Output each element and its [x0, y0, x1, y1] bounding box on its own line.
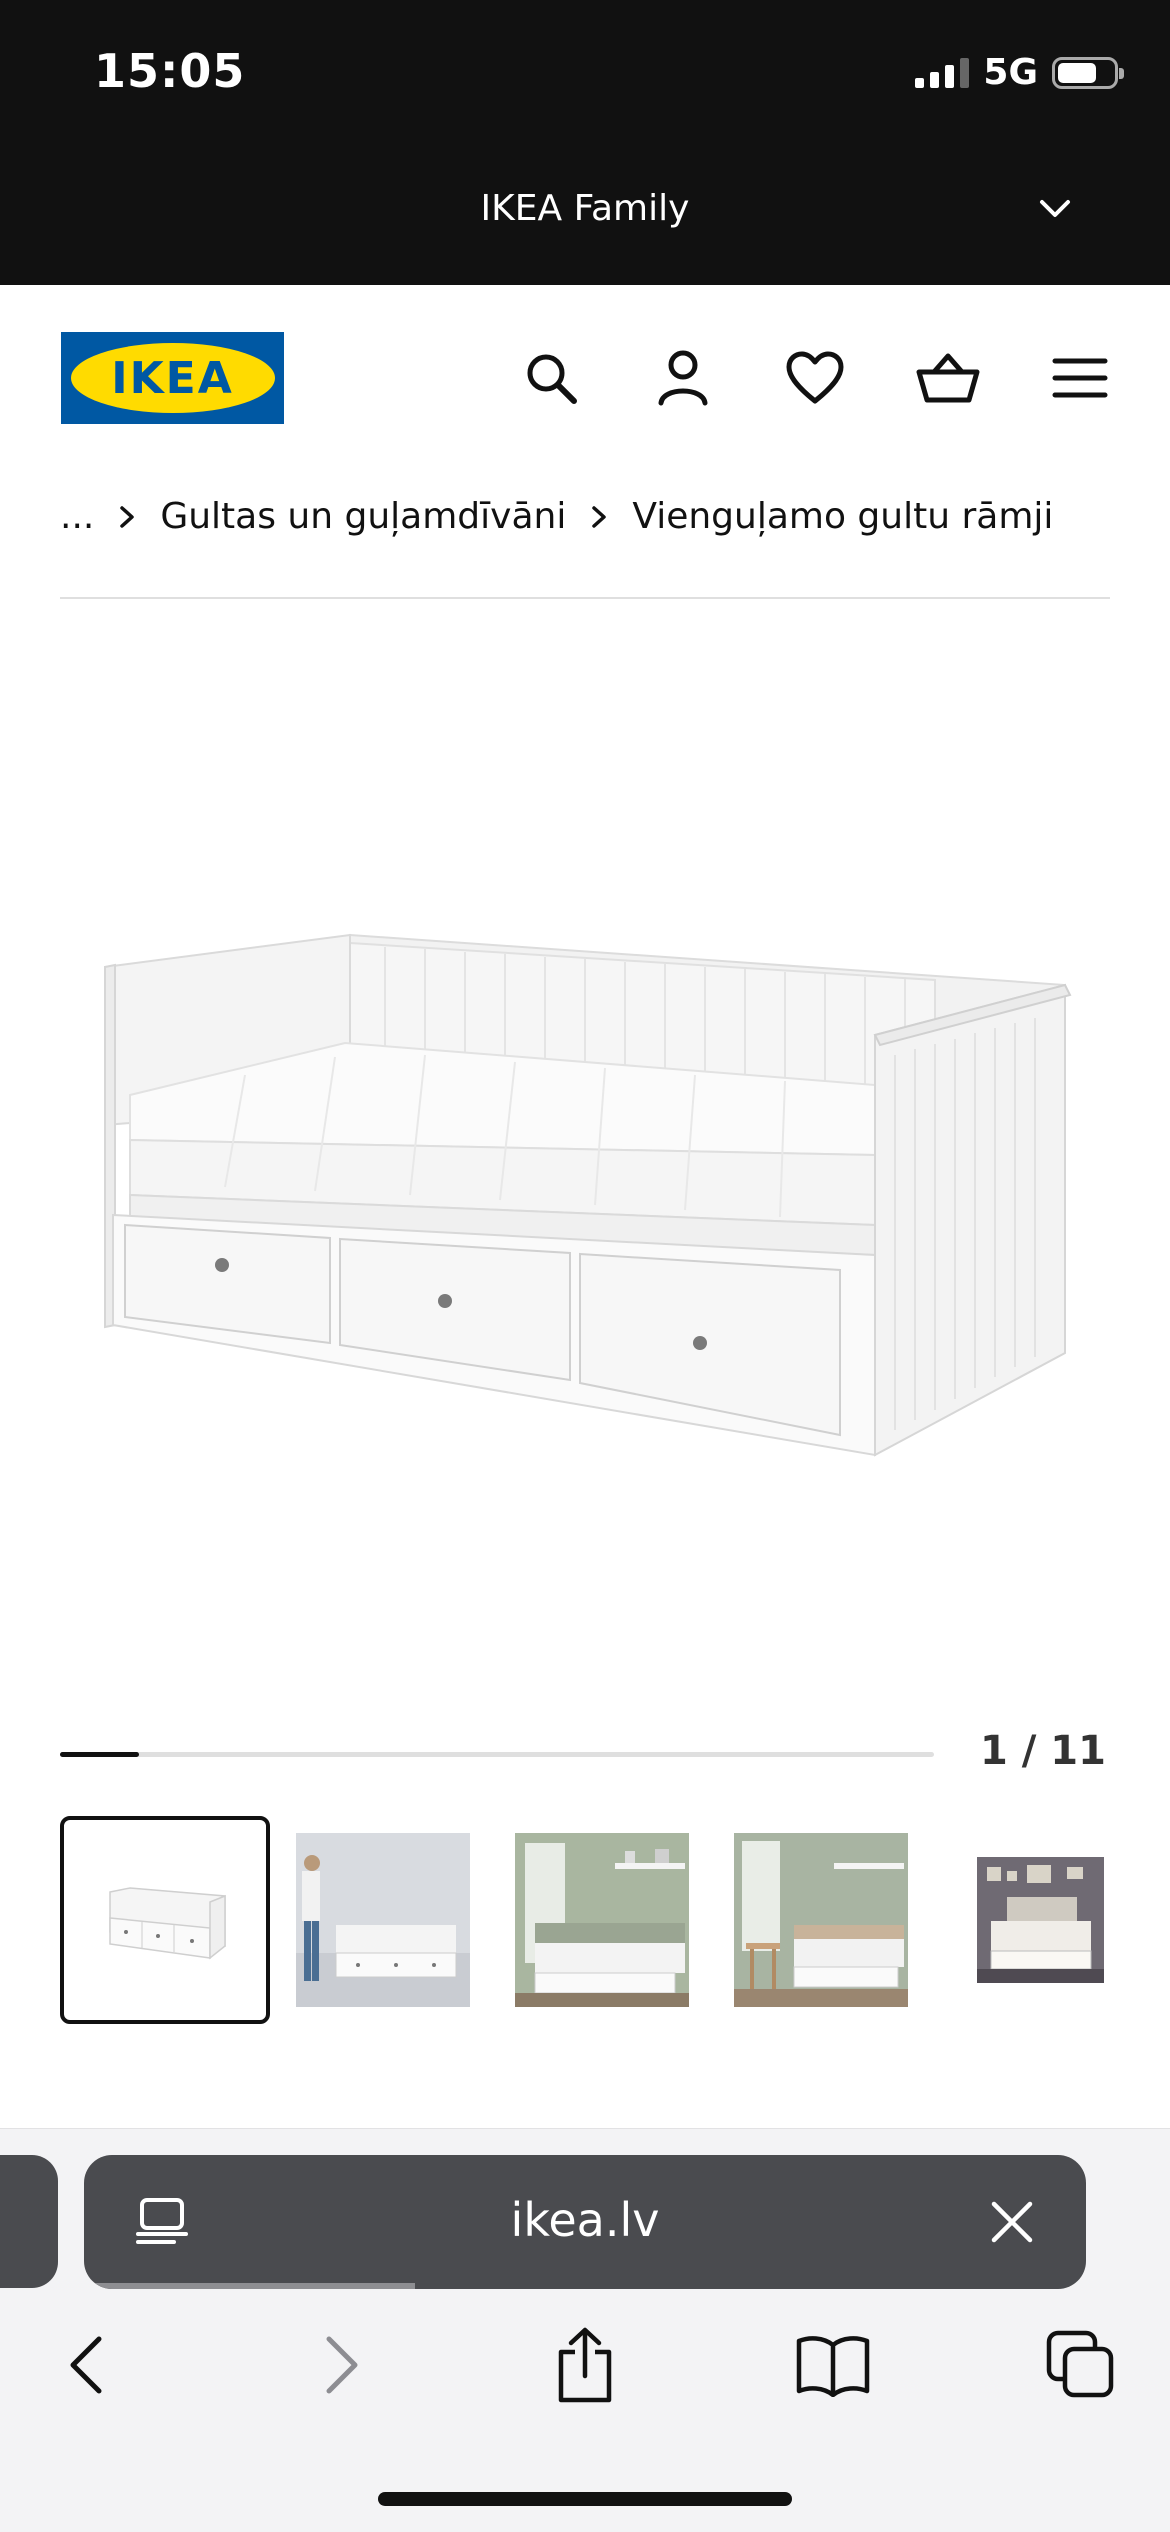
top-banner	[0, 0, 1170, 285]
breadcrumb: ... Gultas un guļamdīvāni Vienguļamo gul…	[60, 496, 1053, 537]
basket-icon[interactable]	[915, 345, 981, 411]
status-time: 15:05	[94, 44, 246, 98]
breadcrumb-ellipsis[interactable]: ...	[60, 496, 94, 537]
thumbnail-4[interactable]	[734, 1833, 908, 2007]
divider	[60, 597, 1110, 599]
previous-tab-peek[interactable]	[0, 2155, 58, 2288]
chevron-down-icon[interactable]	[1038, 198, 1072, 224]
network-label: 5G	[983, 52, 1038, 93]
chevron-right-icon	[118, 504, 136, 530]
ikea-family-link[interactable]: IKEA Family	[0, 188, 1170, 229]
bookmarks-icon[interactable]	[788, 2320, 878, 2410]
menu-icon[interactable]	[1047, 345, 1113, 411]
thumbnail-2[interactable]	[296, 1833, 470, 2007]
page-load-progress	[84, 2283, 415, 2289]
status-indicators: 5G	[915, 52, 1124, 93]
thumbnail-3[interactable]	[515, 1833, 689, 2007]
address-bar[interactable]: ikea.lv	[84, 2155, 1086, 2289]
breadcrumb-item-single-beds[interactable]: Vienguļamo gultu rāmji	[632, 496, 1053, 537]
gallery-progress-fill	[60, 1752, 139, 1757]
ikea-logo[interactable]: IKEA	[61, 332, 284, 424]
product-image[interactable]	[95, 925, 1075, 1470]
url-text: ikea.lv	[510, 2193, 660, 2247]
share-icon[interactable]	[540, 2320, 630, 2410]
account-icon[interactable]	[650, 345, 716, 411]
signal-icon	[915, 57, 970, 88]
tabs-icon[interactable]	[1036, 2320, 1126, 2410]
thumbnail-1[interactable]	[60, 1816, 270, 2024]
back-icon[interactable]	[42, 2320, 132, 2410]
home-indicator	[378, 2492, 792, 2506]
battery-icon	[1052, 56, 1124, 89]
chevron-right-icon	[590, 504, 608, 530]
gallery-progress-bar[interactable]	[60, 1752, 934, 1757]
gallery-counter: 1 / 11	[980, 1728, 1106, 1774]
breadcrumb-item-beds[interactable]: Gultas un guļamdīvāni	[160, 496, 566, 537]
heart-icon[interactable]	[782, 345, 848, 411]
search-icon[interactable]	[518, 345, 584, 411]
forward-icon[interactable]	[296, 2320, 386, 2410]
close-icon[interactable]	[980, 2190, 1044, 2254]
thumbnail-5[interactable]	[977, 1857, 1104, 1983]
logo-wordmark: IKEA	[70, 343, 275, 413]
